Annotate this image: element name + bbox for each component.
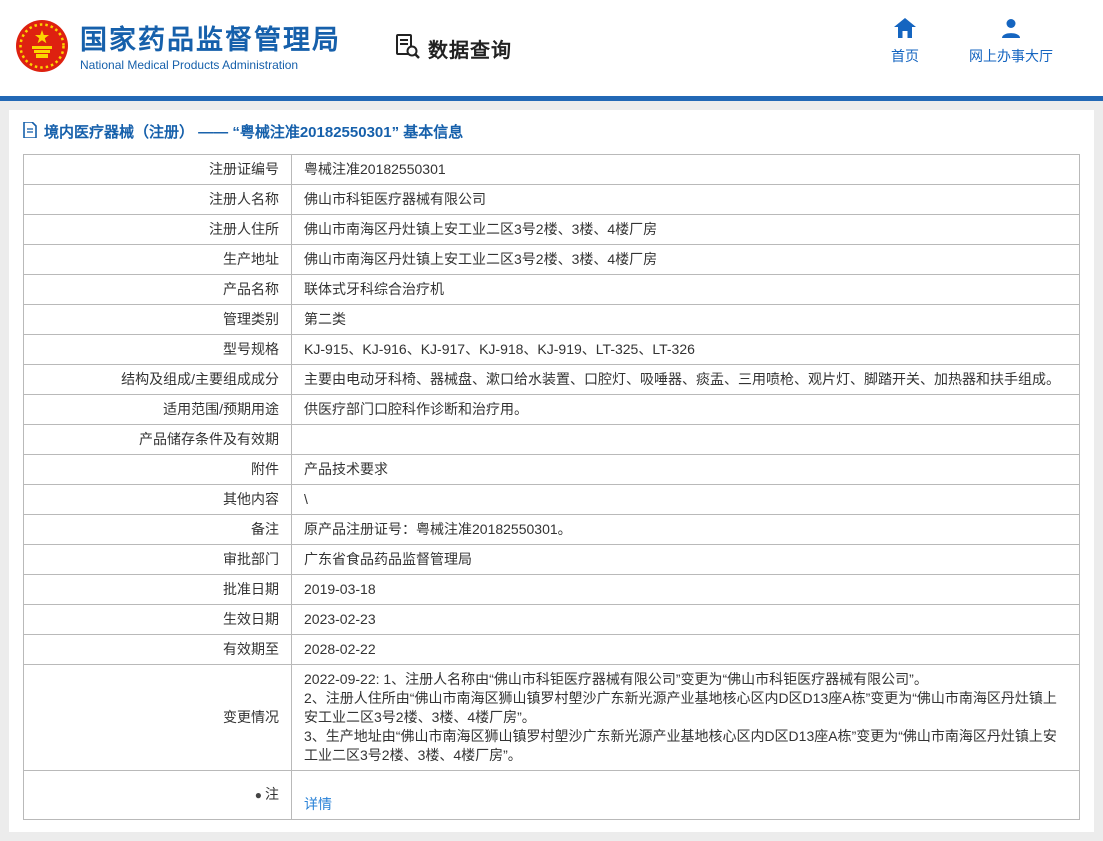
note-label-cell: ●注: [24, 771, 292, 820]
row-value: 广东省食品药品监督管理局: [292, 545, 1080, 575]
table-row: 批准日期 2019-03-18: [24, 575, 1080, 605]
table-row: 管理类别 第二类: [24, 305, 1080, 335]
table-row: 生产地址 佛山市南海区丹灶镇上安工业二区3号2楼、3楼、4楼厂房: [24, 245, 1080, 275]
row-label: 适用范围/预期用途: [24, 395, 292, 425]
row-label: 管理类别: [24, 305, 292, 335]
document-icon: [23, 122, 37, 142]
row-label: 有效期至: [24, 635, 292, 665]
row-value: 佛山市南海区丹灶镇上安工业二区3号2楼、3楼、4楼厂房: [292, 215, 1080, 245]
nav-home-label: 首页: [891, 46, 919, 66]
row-label: 生效日期: [24, 605, 292, 635]
data-query-label: 数据查询: [428, 34, 512, 63]
row-value: 产品技术要求: [292, 455, 1080, 485]
table-row: 适用范围/预期用途 供医疗部门口腔科作诊断和治疗用。: [24, 395, 1080, 425]
row-label: 其他内容: [24, 485, 292, 515]
note-bullet-icon: ●: [255, 788, 262, 802]
row-value: KJ-915、KJ-916、KJ-917、KJ-918、KJ-919、LT-32…: [292, 335, 1080, 365]
table-row: 注册人名称 佛山市科钜医疗器械有限公司: [24, 185, 1080, 215]
table-row-change-history: 变更情况 2022-09-22: 1、注册人名称由“佛山市科钜医疗器械有限公司”…: [24, 665, 1080, 771]
table-row-note: ●注 详情: [24, 771, 1080, 820]
row-label: 备注: [24, 515, 292, 545]
table-row: 结构及组成/主要组成成分 主要由电动牙科椅、器械盘、漱口给水装置、口腔灯、吸唾器…: [24, 365, 1080, 395]
row-label: 结构及组成/主要组成成分: [24, 365, 292, 395]
site-title: 国家药品监督管理局: [80, 25, 341, 55]
row-label: 生产地址: [24, 245, 292, 275]
table-row: 产品名称 联体式牙科综合治疗机: [24, 275, 1080, 305]
table-row: 其他内容 \: [24, 485, 1080, 515]
nav-online-hall[interactable]: 网上办事大厅: [969, 18, 1053, 66]
row-value: 粤械注准20182550301: [292, 155, 1080, 185]
row-value: 2022-09-22: 1、注册人名称由“佛山市科钜医疗器械有限公司”变更为“佛…: [292, 665, 1080, 771]
row-value: 2023-02-23: [292, 605, 1080, 635]
data-query-icon: [393, 32, 421, 65]
brand-block: 国家药品监督管理局 National Medical Products Admi…: [80, 25, 341, 72]
note-label: 注: [265, 786, 279, 802]
row-label: 注册证编号: [24, 155, 292, 185]
row-value: 联体式牙科综合治疗机: [292, 275, 1080, 305]
nav-online-hall-label: 网上办事大厅: [969, 46, 1053, 66]
page-title: 境内医疗器械（注册） —— “粤械注准20182550301” 基本信息: [44, 121, 463, 142]
row-value: [292, 425, 1080, 455]
table-row: 审批部门 广东省食品药品监督管理局: [24, 545, 1080, 575]
row-value: \: [292, 485, 1080, 515]
table-row: 备注 原产品注册证号：粤械注准20182550301。: [24, 515, 1080, 545]
row-label: 变更情况: [24, 665, 292, 771]
person-icon: [1001, 18, 1021, 41]
data-query-section[interactable]: 数据查询: [393, 32, 512, 65]
row-label: 附件: [24, 455, 292, 485]
site-header: 国家药品监督管理局 National Medical Products Admi…: [0, 0, 1103, 96]
row-value: 原产品注册证号：粤械注准20182550301。: [292, 515, 1080, 545]
site-subtitle: National Medical Products Administration: [80, 58, 341, 72]
row-label: 注册人住所: [24, 215, 292, 245]
row-label: 审批部门: [24, 545, 292, 575]
table-row: 有效期至 2028-02-22: [24, 635, 1080, 665]
table-row: 附件 产品技术要求: [24, 455, 1080, 485]
row-value: 主要由电动牙科椅、器械盘、漱口给水装置、口腔灯、吸唾器、痰盂、三用喷枪、观片灯、…: [292, 365, 1080, 395]
row-value: 供医疗部门口腔科作诊断和治疗用。: [292, 395, 1080, 425]
row-value: 佛山市科钜医疗器械有限公司: [292, 185, 1080, 215]
note-value-cell: 详情: [292, 771, 1080, 820]
table-row: 注册证编号 粤械注准20182550301: [24, 155, 1080, 185]
home-icon: [894, 18, 916, 41]
nav-home[interactable]: 首页: [891, 18, 919, 66]
main-area: 境内医疗器械（注册） —— “粤械注准20182550301” 基本信息 注册证…: [0, 101, 1103, 841]
row-value: 第二类: [292, 305, 1080, 335]
content-panel: 境内医疗器械（注册） —— “粤械注准20182550301” 基本信息 注册证…: [9, 110, 1094, 832]
row-value: 2028-02-22: [292, 635, 1080, 665]
breadcrumb: 境内医疗器械（注册） —— “粤械注准20182550301” 基本信息: [9, 110, 1094, 150]
row-value: 佛山市南海区丹灶镇上安工业二区3号2楼、3楼、4楼厂房: [292, 245, 1080, 275]
registration-info-table: 注册证编号 粤械注准20182550301 注册人名称 佛山市科钜医疗器械有限公…: [23, 154, 1080, 820]
table-row: 产品储存条件及有效期: [24, 425, 1080, 455]
row-label: 型号规格: [24, 335, 292, 365]
row-value: 2019-03-18: [292, 575, 1080, 605]
table-row: 注册人住所 佛山市南海区丹灶镇上安工业二区3号2楼、3楼、4楼厂房: [24, 215, 1080, 245]
row-label: 产品名称: [24, 275, 292, 305]
row-label: 注册人名称: [24, 185, 292, 215]
row-label: 产品储存条件及有效期: [24, 425, 292, 455]
national-emblem-logo: [14, 18, 70, 79]
table-row: 型号规格 KJ-915、KJ-916、KJ-917、KJ-918、KJ-919、…: [24, 335, 1080, 365]
top-navigation: 首页 网上办事大厅: [891, 18, 1053, 66]
details-link[interactable]: 详情: [304, 796, 332, 812]
row-label: 批准日期: [24, 575, 292, 605]
table-row: 生效日期 2023-02-23: [24, 605, 1080, 635]
